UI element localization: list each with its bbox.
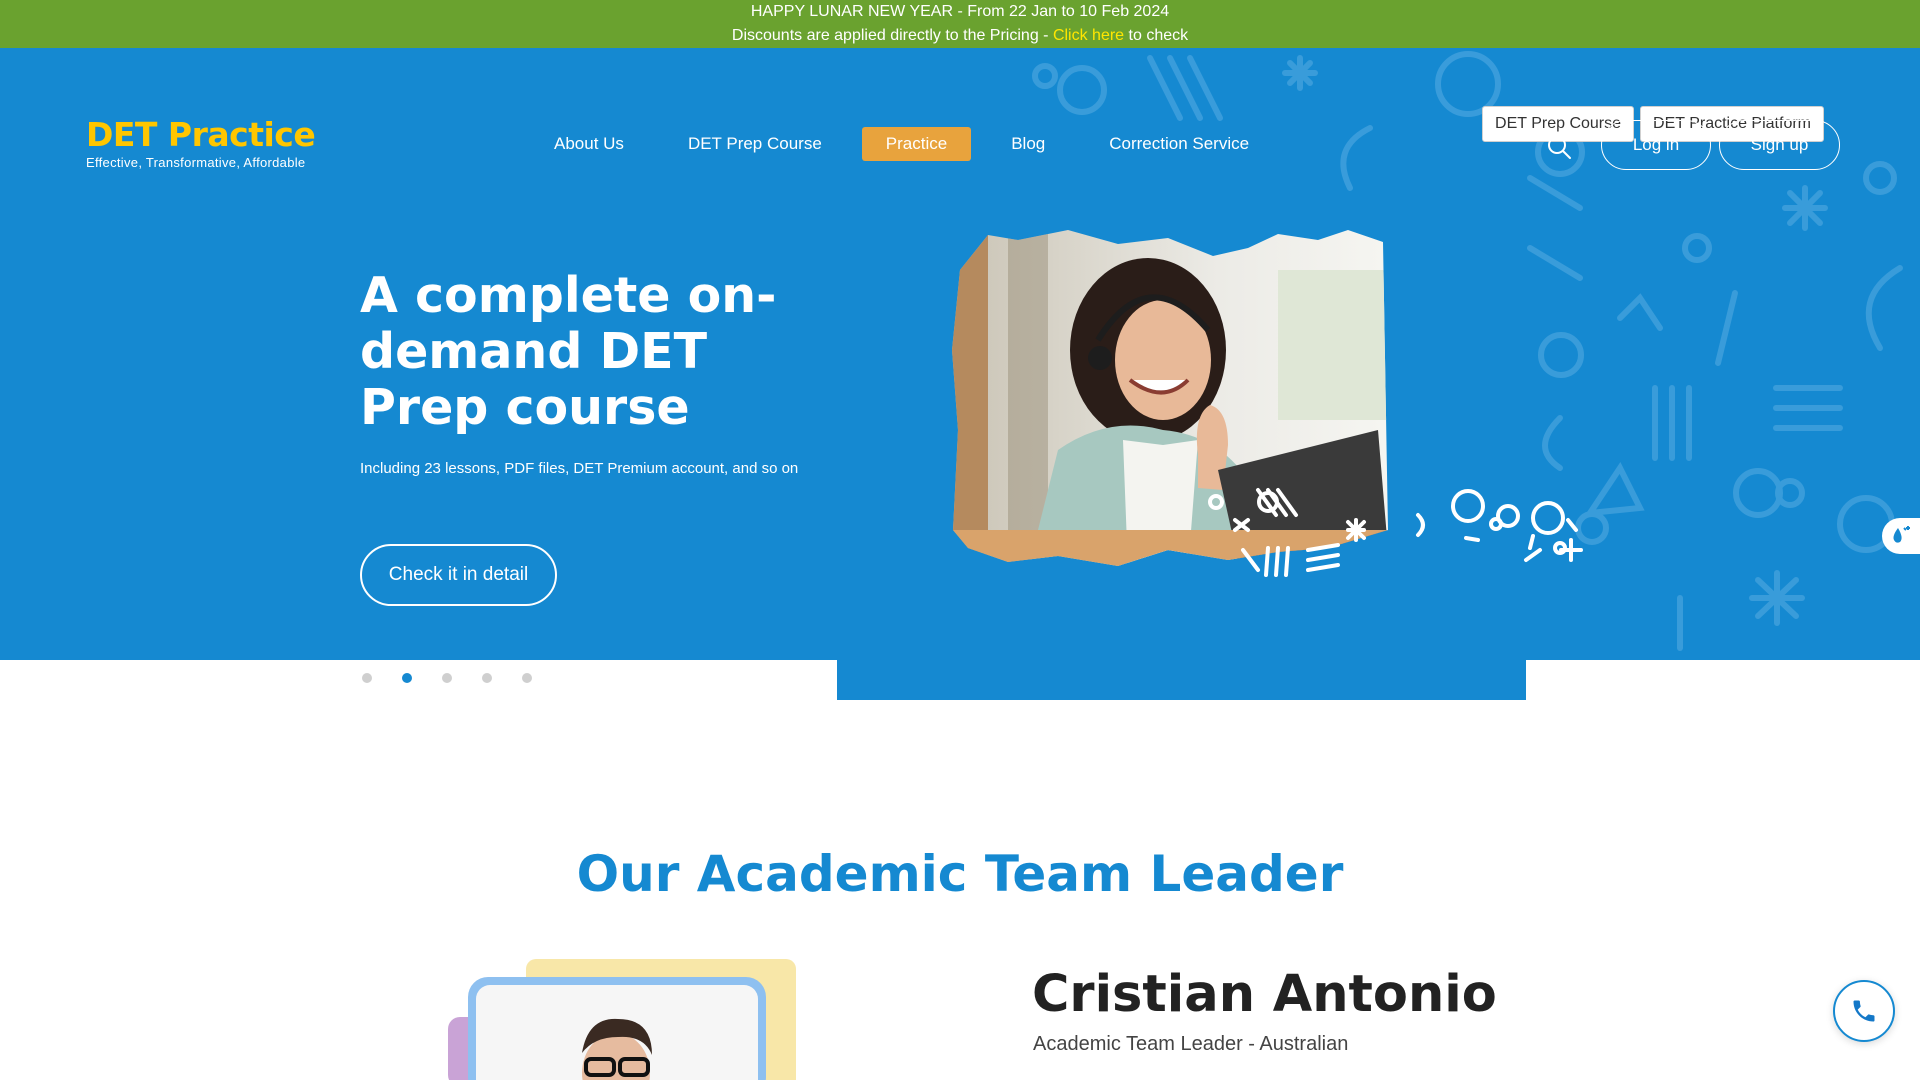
nav-practice[interactable]: Practice [861,127,972,161]
promo-line2-suffix: to check [1124,27,1189,44]
signup-button[interactable]: Sign up [1719,120,1840,170]
promo-line2-text: Discounts are applied directly to the Pr… [731,27,1053,44]
check-detail-button[interactable]: Check it in detail [360,544,557,606]
promo-banner: HAPPY LUNAR NEW YEAR - From 22 Jan to 10… [0,0,1920,48]
hero-subtitle: Including 23 lessons, PDF files, DET Pre… [360,460,799,477]
phone-call-button[interactable] [1833,980,1895,1042]
leader-name: Cristian Antonio [1032,965,1497,1024]
slider-dot-2[interactable] [402,673,412,683]
hero-title: A complete on-demand DET Prep course [360,267,777,436]
side-widget-icon [1893,526,1910,543]
slider-dot-5[interactable] [522,673,532,683]
logo-name: DET Practice [86,115,316,154]
phone-icon [1853,1000,1875,1022]
hero-section: DET Prep Course DET Practice Platform DE… [0,48,1920,660]
nav-about-us[interactable]: About Us [530,127,648,161]
hero-extension-block [837,660,1526,700]
slider-dot-3[interactable] [442,673,452,683]
promo-line2: Discounts are applied directly to the Pr… [0,24,1920,48]
slider-dot-4[interactable] [482,673,492,683]
promo-line1: HAPPY LUNAR NEW YEAR - From 22 Jan to 10… [750,3,1170,20]
hero-illustration [952,230,1583,577]
search-icon[interactable] [1545,133,1573,161]
logo-tagline: Effective, Transformative, Affordable [86,155,306,170]
section-title: Our Academic Team Leader [576,845,1344,903]
nav-det-prep-course[interactable]: DET Prep Course [664,127,846,161]
nav-blog[interactable]: Blog [987,127,1069,161]
leader-role: Academic Team Leader - Australian [1033,1033,1349,1055]
main-nav: About Us DET Prep Course Practice Blog C… [530,127,1289,161]
logo[interactable]: DET Practice Effective, Transformative, … [86,115,316,170]
slider-dot-1[interactable] [362,673,372,683]
promo-click-here-link[interactable]: Click here [1053,27,1124,44]
leader-portrait [448,959,796,1080]
login-button[interactable]: Log in [1601,120,1711,170]
slider-dots [362,673,532,683]
side-widget-tab[interactable] [1882,518,1920,554]
nav-correction-service[interactable]: Correction Service [1085,127,1273,161]
